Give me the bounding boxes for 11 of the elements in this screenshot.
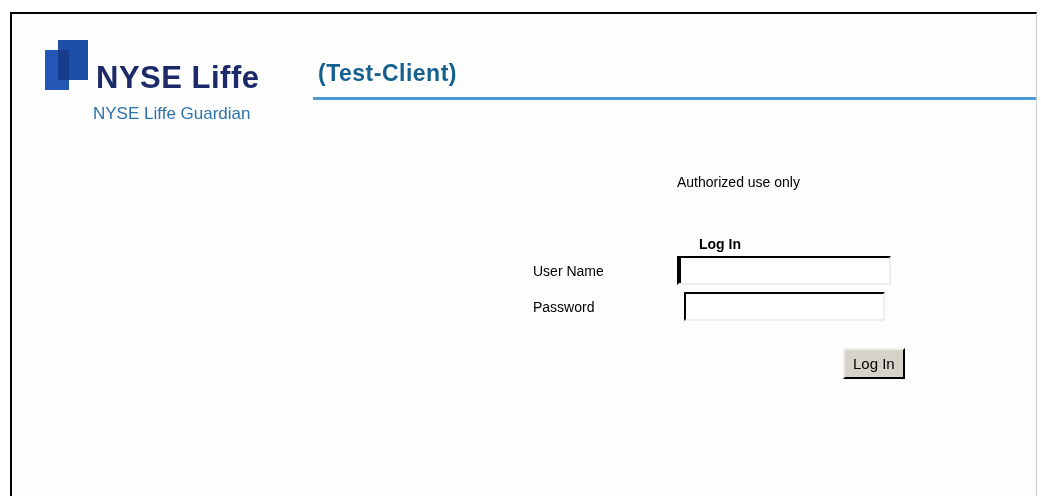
login-button[interactable]: Log In bbox=[843, 348, 905, 379]
notice-text: Authorized use only bbox=[677, 174, 801, 190]
form-heading: Log In bbox=[699, 236, 742, 252]
username-field[interactable] bbox=[677, 256, 891, 285]
password-field[interactable] bbox=[684, 292, 885, 321]
page-title: (Test-Client) bbox=[317, 60, 458, 87]
field-label: User Name bbox=[533, 262, 605, 279]
product-name: NYSE Liffe Guardian bbox=[93, 104, 252, 124]
field-label: Password bbox=[533, 298, 596, 315]
brand-wordmark: NYSE Liffe bbox=[96, 63, 260, 93]
logo-icon bbox=[45, 40, 88, 90]
